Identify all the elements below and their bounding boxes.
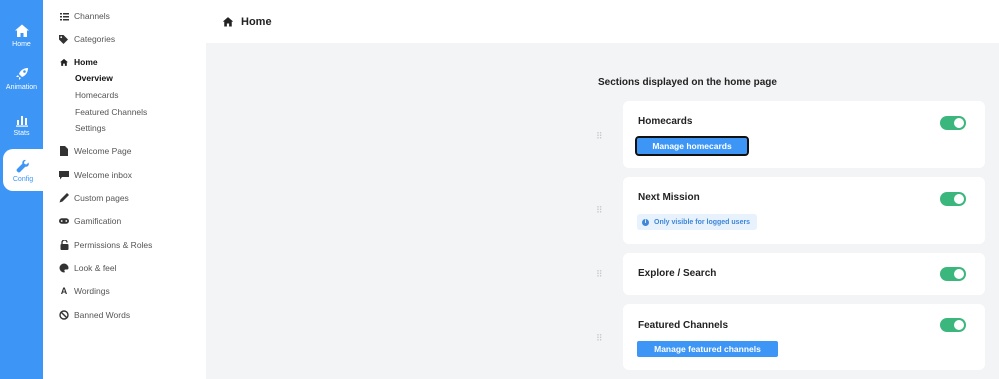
nav-item-label: Home	[74, 57, 98, 67]
rocket-icon	[15, 67, 28, 80]
nav-item-label: Custom pages	[74, 193, 129, 203]
nav-item-label: Categories	[74, 34, 116, 44]
section-card-explore-search: Explore / Search	[623, 253, 985, 295]
tag-icon	[59, 34, 69, 44]
badge-text: Only visible for logged users	[654, 218, 751, 226]
chat-icon	[59, 170, 69, 180]
drag-handle-icon[interactable]: ⠿	[596, 333, 604, 343]
toggle-knob	[954, 320, 964, 330]
nav-sub-overview[interactable]: Overview	[75, 73, 113, 83]
toggle-explore-search[interactable]	[940, 267, 966, 281]
visibility-badge: i Only visible for logged users	[637, 214, 758, 230]
nav-item-channels[interactable]: Channels	[59, 11, 110, 21]
nav-item-label: Banned Words	[74, 310, 131, 320]
nav-item-label: Welcome Page	[74, 146, 132, 156]
wrench-icon	[16, 159, 29, 172]
rail-item-config[interactable]: Config	[3, 149, 43, 191]
toggle-next-mission[interactable]	[940, 192, 966, 206]
nav-item-welcome-inbox[interactable]: Welcome inbox	[59, 170, 132, 180]
toggle-knob	[954, 269, 964, 279]
nav-item-permissions-roles[interactable]: Permissions & Roles	[59, 240, 152, 250]
rail-label: Config	[12, 175, 34, 183]
bar-chart-icon	[15, 115, 28, 127]
nav-item-label: Look & feel	[74, 263, 117, 273]
rail-label: Animation	[5, 83, 38, 91]
home-icon	[14, 24, 29, 37]
nav-item-label: Channels	[74, 11, 110, 21]
info-icon: i	[642, 218, 649, 226]
ban-icon	[59, 310, 69, 320]
home-icon	[222, 16, 234, 26]
card-title: Featured Channels	[638, 320, 729, 331]
nav-item-label: Gamification	[74, 216, 122, 226]
nav-item-label: Wordings	[74, 286, 110, 296]
section-card-homecards: Homecards Manage homecards	[623, 101, 985, 168]
toggle-featured-channels[interactable]	[940, 318, 966, 332]
manage-homecards-button[interactable]: Manage homecards	[635, 136, 749, 156]
nav-sub-homecards[interactable]: Homecards	[75, 90, 118, 100]
page-header: Home	[206, 0, 999, 43]
toggle-knob	[954, 194, 964, 204]
nav-sub-featured-channels[interactable]: Featured Channels	[75, 107, 147, 117]
section-card-featured-channels: Featured Channels Manage featured channe…	[623, 304, 985, 370]
config-nav: Channels Categories Home Overview Homeca…	[43, 0, 206, 379]
nav-item-welcome-page[interactable]: Welcome Page	[59, 146, 131, 156]
nav-item-label: Welcome inbox	[74, 170, 132, 180]
nav-item-banned-words[interactable]: Banned Words	[59, 310, 130, 320]
toggle-knob	[954, 118, 964, 128]
gamepad-icon	[59, 216, 69, 226]
nav-item-custom-pages[interactable]: Custom pages	[59, 193, 129, 203]
rail-item-home[interactable]: Home	[0, 14, 43, 56]
toggle-homecards[interactable]	[940, 116, 966, 130]
section-card-next-mission: Next Mission i Only visible for logged u…	[623, 177, 985, 244]
file-icon	[59, 146, 69, 156]
app-rail: Home Animation Stats Config	[0, 0, 43, 379]
font-icon: A	[60, 286, 68, 296]
drag-handle-icon[interactable]: ⠿	[596, 205, 604, 215]
drag-handle-icon[interactable]: ⠿	[596, 131, 604, 141]
rail-item-animation[interactable]: Animation	[0, 57, 43, 99]
nav-item-categories[interactable]: Categories	[59, 34, 115, 44]
nav-item-look-feel[interactable]: Look & feel	[59, 263, 117, 273]
card-title: Homecards	[638, 116, 693, 127]
nav-item-label: Permissions & Roles	[74, 240, 153, 250]
palette-icon	[59, 263, 69, 273]
card-title: Explore / Search	[638, 268, 717, 279]
rail-item-stats[interactable]: Stats	[0, 103, 43, 145]
rail-label: Stats	[13, 129, 30, 137]
home-icon	[59, 57, 69, 67]
nav-item-gamification[interactable]: Gamification	[59, 216, 121, 226]
list-icon	[59, 11, 69, 21]
nav-item-home[interactable]: Home	[59, 57, 98, 67]
lock-icon	[59, 240, 69, 250]
nav-sub-settings[interactable]: Settings	[75, 123, 106, 133]
sections-title: Sections displayed on the home page	[598, 77, 777, 88]
rail-label: Home	[12, 40, 31, 48]
pen-icon	[59, 193, 69, 203]
card-title: Next Mission	[638, 192, 700, 203]
drag-handle-icon[interactable]: ⠿	[596, 269, 604, 279]
page-title: Home	[241, 15, 272, 28]
manage-featured-channels-button[interactable]: Manage featured channels	[637, 341, 778, 357]
nav-item-wordings[interactable]: A Wordings	[59, 286, 110, 296]
